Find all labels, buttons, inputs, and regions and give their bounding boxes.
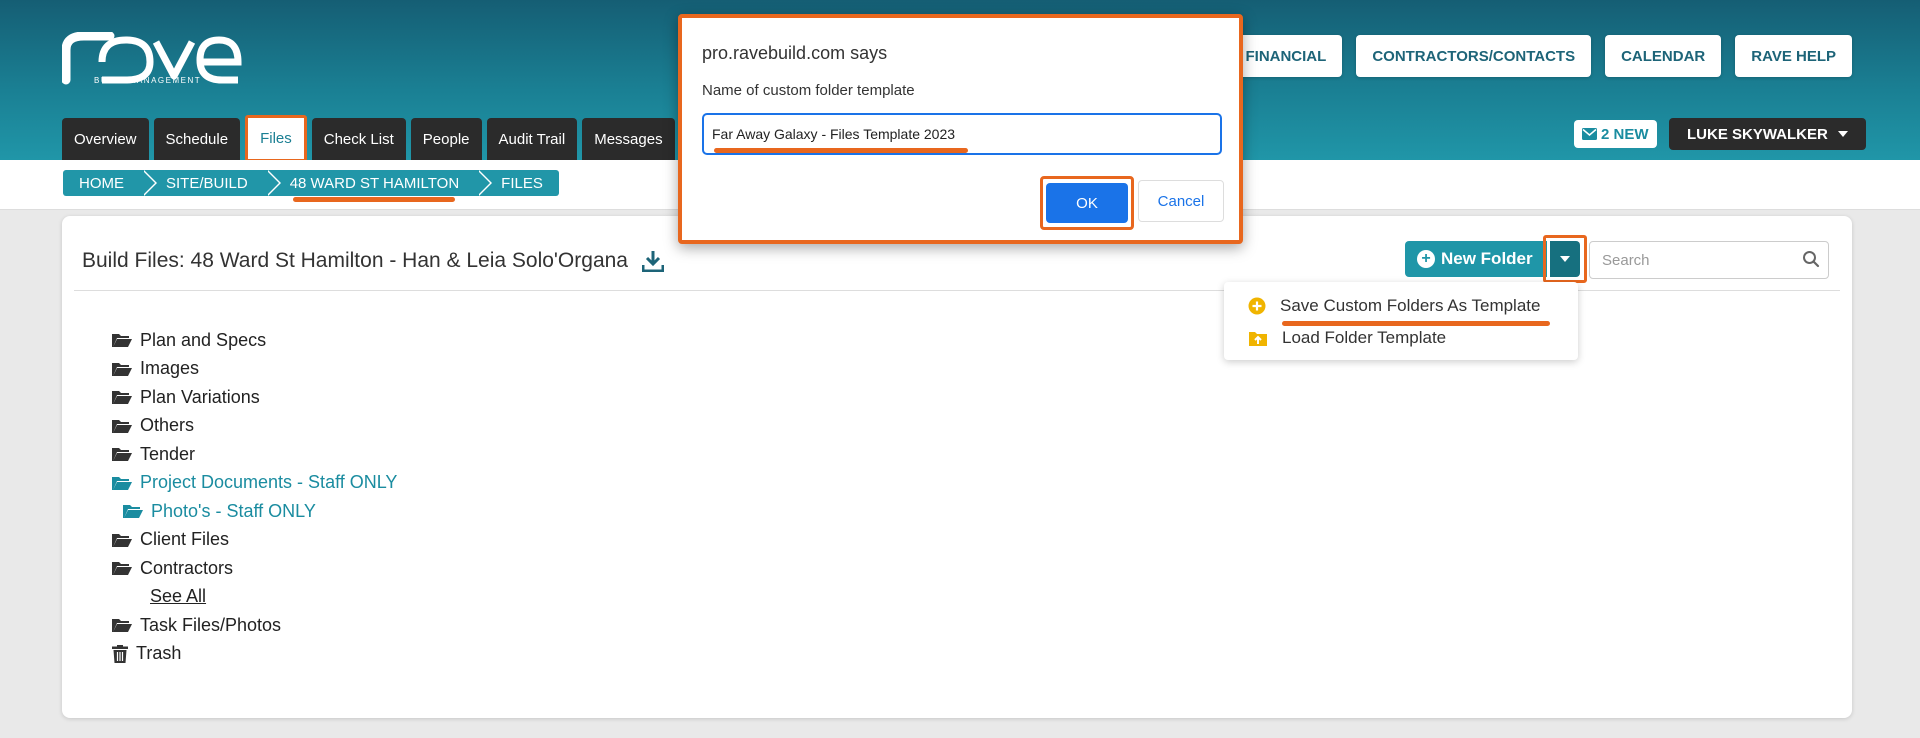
folder-photos-staff[interactable]: Photo's - Staff ONLY: [112, 497, 397, 526]
new-folder-button[interactable]: + New Folder: [1405, 241, 1547, 277]
dialog-input-highlight-underline: [714, 148, 968, 153]
folder-plan-variations[interactable]: Plan Variations: [112, 383, 397, 412]
folder-open-icon: [112, 533, 132, 547]
folder-label: Photo's - Staff ONLY: [151, 500, 316, 521]
folder-open-icon: [112, 562, 132, 576]
trash-icon: [112, 644, 128, 663]
folder-trash[interactable]: Trash: [112, 640, 397, 669]
plus-circle-icon: +: [1417, 250, 1435, 268]
folder-label: Images: [140, 358, 200, 379]
folder-client-files[interactable]: Client Files: [112, 526, 397, 555]
tab-check-list[interactable]: Check List: [311, 118, 406, 160]
folder-upload-icon: [1249, 332, 1267, 346]
search-icon[interactable]: [1802, 250, 1820, 268]
folder-label: Task Files/Photos: [140, 614, 282, 635]
folder-project-documents[interactable]: Project Documents - Staff ONLY: [112, 469, 397, 498]
folder-open-icon: [112, 476, 132, 490]
folder-open-icon: [112, 448, 132, 462]
breadcrumb: HOME SITE/BUILD 48 WARD ST HAMILTON FILE…: [63, 170, 559, 196]
breadcrumb-site-build[interactable]: SITE/BUILD: [142, 170, 281, 196]
page-title: Build Files: 48 Ward St Hamilton - Han &…: [82, 249, 664, 273]
plus-circle-icon: [1248, 297, 1266, 315]
folder-options-menu: Save Custom Folders As Template Load Fol…: [1224, 282, 1578, 360]
logo-subtitle: BUILD MANAGEMENT: [94, 76, 202, 85]
top-link-contractors[interactable]: CONTRACTORS/CONTACTS: [1356, 35, 1592, 77]
breadcrumb-address[interactable]: 48 WARD ST HAMILTON: [265, 170, 493, 196]
folder-options-toggle[interactable]: [1543, 235, 1587, 283]
menu-item-load-template-label: Load Folder Template: [1282, 328, 1447, 347]
tab-overview[interactable]: Overview: [62, 118, 149, 160]
menu-highlight-underline: [1282, 321, 1550, 326]
ok-button[interactable]: OK: [1046, 183, 1128, 223]
envelope-icon: [1582, 128, 1597, 140]
folder-open-icon: [112, 419, 132, 433]
new-folder-label: New Folder: [1441, 249, 1533, 268]
breadcrumb-home[interactable]: HOME: [63, 170, 157, 196]
caret-down-icon: [1837, 131, 1848, 137]
new-messages-badge[interactable]: 2 NEW: [1574, 120, 1657, 148]
tab-files[interactable]: Files: [245, 115, 307, 162]
folder-others[interactable]: Others: [112, 412, 397, 441]
see-all-link[interactable]: See All: [112, 583, 397, 612]
folder-label: Plan and Specs: [140, 329, 267, 350]
page-title-text: Build Files: 48 Ward St Hamilton - Han &…: [82, 249, 628, 272]
folder-options-toggle-inner: [1550, 241, 1580, 277]
folder-images[interactable]: Images: [112, 355, 397, 384]
caret-down-icon: [1560, 256, 1570, 262]
folder-contractors[interactable]: Contractors: [112, 554, 397, 583]
user-name: LUKE SKYWALKER: [1687, 125, 1828, 143]
tab-schedule[interactable]: Schedule: [153, 118, 241, 160]
new-messages-label: 2 NEW: [1601, 125, 1649, 143]
search-input[interactable]: [1589, 241, 1829, 279]
folder-tender[interactable]: Tender: [112, 440, 397, 469]
folder-label: Others: [140, 415, 195, 436]
top-link-help[interactable]: RAVE HELP: [1735, 35, 1852, 77]
folder-label: Project Documents - Staff ONLY: [140, 472, 398, 493]
folder-label: Tender: [140, 443, 196, 464]
dialog-title: pro.ravebuild.com says: [702, 43, 888, 63]
tab-messages[interactable]: Messages: [582, 118, 675, 160]
top-links: FINANCIAL CONTRACTORS/CONTACTS CALENDAR …: [1229, 35, 1852, 77]
main-tabs: Overview Schedule Files Check List Peopl…: [62, 115, 714, 162]
folder-open-icon: [112, 362, 132, 376]
prompt-dialog: pro.ravebuild.com says Name of custom fo…: [678, 14, 1243, 244]
folder-task-files[interactable]: Task Files/Photos: [112, 611, 397, 640]
menu-item-load-template[interactable]: Load Folder Template: [1224, 322, 1578, 354]
user-menu-button[interactable]: LUKE SKYWALKER: [1669, 118, 1866, 150]
folder-open-icon: [112, 391, 132, 405]
folder-open-icon: [112, 619, 132, 633]
folder-tree: Plan and Specs Images Plan Variations Ot…: [112, 326, 397, 668]
top-link-calendar[interactable]: CALENDAR: [1605, 35, 1722, 77]
tab-people[interactable]: People: [410, 118, 482, 160]
folder-label: Contractors: [140, 557, 234, 578]
folder-plan-and-specs[interactable]: Plan and Specs: [112, 326, 397, 355]
cancel-button[interactable]: Cancel: [1138, 180, 1224, 222]
folder-label: Plan Variations: [140, 386, 260, 407]
download-icon[interactable]: [641, 250, 664, 272]
menu-item-save-template[interactable]: Save Custom Folders As Template: [1224, 290, 1578, 322]
folder-open-icon: [123, 505, 143, 519]
folder-label: Trash: [136, 643, 182, 664]
ok-button-highlight: OK: [1040, 176, 1134, 230]
breadcrumb-highlight-underline: [293, 197, 455, 202]
files-panel: Build Files: 48 Ward St Hamilton - Han &…: [62, 216, 1852, 718]
menu-item-save-template-label: Save Custom Folders As Template: [1280, 296, 1541, 315]
top-link-financial[interactable]: FINANCIAL: [1229, 35, 1343, 77]
folder-open-icon: [112, 334, 132, 348]
dialog-message: Name of custom folder template: [702, 82, 915, 99]
folder-label: Client Files: [140, 529, 230, 550]
tab-audit-trail[interactable]: Audit Trail: [486, 118, 578, 160]
